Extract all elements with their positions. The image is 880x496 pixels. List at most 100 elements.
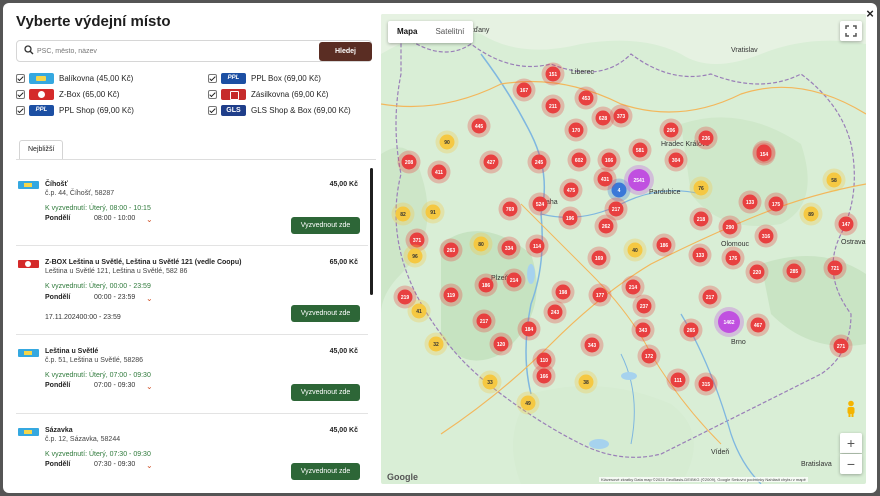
map-cluster-marker[interactable]: 315 — [694, 372, 718, 396]
chevron-down-icon[interactable]: ⌄ — [146, 295, 153, 303]
map-cluster-marker[interactable]: 524 — [528, 192, 552, 216]
pick-here-button[interactable]: Vyzvednout zde — [291, 463, 360, 480]
map-cluster-marker[interactable]: 176 — [721, 246, 745, 270]
checkbox[interactable] — [16, 89, 25, 99]
zoom-out-button[interactable]: − — [840, 454, 862, 474]
map-cluster-marker[interactable]: 262 — [594, 214, 618, 238]
filter-gls[interactable]: GLS GLS Shop & Box (69,00 Kč) — [208, 103, 351, 117]
map-cluster-marker[interactable]: 343 — [580, 333, 604, 357]
map-cluster-marker[interactable]: 167 — [512, 78, 536, 102]
map-cluster-marker[interactable]: 467 — [746, 313, 770, 337]
map-cluster-marker[interactable]: 214 — [502, 268, 526, 292]
map-cluster-marker[interactable]: 49 — [516, 391, 540, 415]
map-cluster-marker[interactable]: 186 — [652, 233, 676, 257]
map-cluster-marker[interactable]: 175 — [764, 192, 788, 216]
map-cluster-marker[interactable]: 166 — [597, 148, 621, 172]
map-cluster-marker[interactable]: 445 — [467, 114, 491, 138]
map-cluster-marker[interactable]: 411 — [427, 160, 451, 184]
filter-zasilkovna[interactable]: Zásilkovna (69,00 Kč) — [208, 87, 328, 101]
map-attribution[interactable]: Klávesové zkratky Data map ©2024 GeoBasi… — [599, 477, 808, 482]
map-cluster-marker[interactable]: 581 — [628, 138, 652, 162]
place-card[interactable]: Číhošť 45,00 Kč č.p. 44, Číhošť, 58287 K… — [16, 160, 368, 246]
map-cluster-marker[interactable]: 427 — [479, 150, 503, 174]
zoom-in-button[interactable]: + — [840, 433, 862, 453]
map-cluster-marker[interactable]: 169 — [587, 246, 611, 270]
map-cluster-marker[interactable]: 133 — [688, 243, 712, 267]
map-cluster-marker[interactable]: 2541 — [624, 165, 654, 195]
map-cluster-marker[interactable]: 220 — [745, 260, 769, 284]
map-cluster-marker[interactable]: 38 — [574, 370, 598, 394]
map-cluster-marker[interactable]: 285 — [782, 259, 806, 283]
map-cluster-marker[interactable]: 186 — [474, 273, 498, 297]
map-cluster-marker[interactable]: 154 — [752, 142, 776, 166]
map-cluster-marker[interactable]: 166 — [532, 364, 556, 388]
map-cluster-marker[interactable]: 343 — [631, 318, 655, 342]
map-cluster-marker[interactable]: 80 — [469, 232, 493, 256]
map-cluster-marker[interactable]: 177 — [588, 283, 612, 307]
chevron-down-icon[interactable]: ⌄ — [146, 383, 153, 391]
filter-z-box[interactable]: Z-Box (65,00 Kč) — [16, 87, 119, 101]
map-cluster-marker[interactable]: 721 — [823, 256, 847, 280]
map-cluster-marker[interactable]: 198 — [551, 280, 575, 304]
place-card[interactable]: Leština u Světlé 45,00 Kč č.p. 51, Lešti… — [16, 335, 368, 414]
map-cluster-marker[interactable]: 147 — [834, 212, 858, 236]
map-cluster-marker[interactable]: 211 — [541, 94, 565, 118]
place-card[interactable]: Sázavka 45,00 Kč č.p. 12, Sázavka, 58244… — [16, 414, 368, 493]
map-cluster-marker[interactable]: 170 — [564, 118, 588, 142]
checkbox[interactable] — [16, 73, 25, 83]
map-cluster-marker[interactable]: 76 — [689, 176, 713, 200]
map-cluster-marker[interactable]: 373 — [609, 104, 633, 128]
map-cluster-marker[interactable]: 431 — [593, 167, 617, 191]
tab-nearest[interactable]: Nejbližší — [19, 140, 64, 159]
map-cluster-marker[interactable]: 33 — [478, 370, 502, 394]
map-cluster-marker[interactable]: 271 — [829, 334, 853, 358]
map-cluster-marker[interactable]: 218 — [689, 207, 713, 231]
map-cluster-marker[interactable]: 602 — [567, 148, 591, 172]
map-cluster-marker[interactable]: 265 — [679, 318, 703, 342]
map-cluster-marker[interactable]: 217 — [472, 309, 496, 333]
map-cluster-marker[interactable]: 217 — [698, 285, 722, 309]
search-button[interactable]: Hledej — [319, 42, 372, 61]
pick-here-button[interactable]: Vyzvednout zde — [291, 384, 360, 401]
chevron-down-icon[interactable]: ⌄ — [146, 462, 153, 470]
map-cluster-marker[interactable]: 1462 — [714, 307, 744, 337]
checkbox[interactable] — [208, 89, 217, 99]
map-cluster-marker[interactable]: 475 — [559, 178, 583, 202]
filter-balikovna[interactable]: Balíkovna (45,00 Kč) — [16, 71, 133, 85]
map-cluster-marker[interactable]: 290 — [718, 215, 742, 239]
map-cluster-marker[interactable]: 208 — [397, 150, 421, 174]
map-cluster-marker[interactable]: 236 — [694, 126, 718, 150]
map-cluster-marker[interactable]: 32 — [424, 332, 448, 356]
map-cluster-marker[interactable]: 243 — [543, 300, 567, 324]
map-cluster-marker[interactable]: 114 — [525, 234, 549, 258]
map-cluster-marker[interactable]: 133 — [738, 190, 762, 214]
filter-ppl-box[interactable]: PPL PPL Box (69,00 Kč) — [208, 71, 321, 85]
pick-here-button[interactable]: Vyzvednout zde — [291, 217, 360, 234]
map-cluster-marker[interactable]: 334 — [497, 236, 521, 260]
place-card[interactable]: Z-BOX Leština u Světlé, Leština u Světlé… — [16, 246, 368, 335]
checkbox[interactable] — [16, 105, 25, 115]
map-cluster-marker[interactable]: 245 — [527, 150, 551, 174]
map-cluster-marker[interactable]: 316 — [754, 224, 778, 248]
map-view[interactable]: Drážďany Vratislav Vídeň Bratislava Brno Prah… — [381, 14, 866, 484]
map-cluster-marker[interactable]: 89 — [799, 202, 823, 226]
map-cluster-marker[interactable]: 120 — [489, 332, 513, 356]
map-canvas[interactable]: DrážďanyVratislavVídeňBratislavaBrnoPrah… — [381, 14, 866, 484]
filter-ppl-shop[interactable]: PPL PPL Shop (69,00 Kč) — [16, 103, 134, 117]
map-cluster-marker[interactable]: 90 — [435, 130, 459, 154]
map-cluster-marker[interactable]: 172 — [637, 344, 661, 368]
checkbox[interactable] — [208, 105, 217, 115]
fullscreen-icon[interactable] — [840, 21, 862, 41]
map-cluster-marker[interactable]: 263 — [439, 238, 463, 262]
map-cluster-marker[interactable]: 304 — [664, 148, 688, 172]
tab-map[interactable]: Mapa — [388, 21, 426, 43]
list-scrollbar[interactable] — [370, 168, 373, 295]
map-cluster-marker[interactable]: 96 — [403, 244, 427, 268]
map-cluster-marker[interactable]: 111 — [666, 368, 690, 392]
checkbox[interactable] — [208, 73, 217, 83]
map-cluster-marker[interactable]: 58 — [822, 168, 846, 192]
search-input[interactable] — [37, 44, 307, 58]
map-cluster-marker[interactable]: 119 — [439, 283, 463, 307]
map-cluster-marker[interactable]: 453 — [574, 86, 598, 110]
chevron-down-icon[interactable]: ⌄ — [146, 216, 153, 224]
